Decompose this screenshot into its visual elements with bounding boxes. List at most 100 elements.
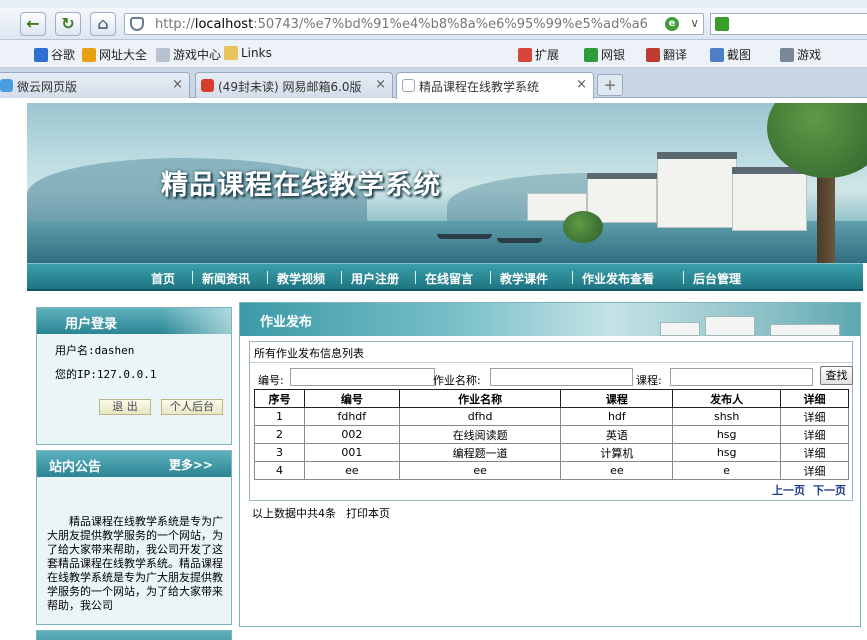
bookmark-gamepad[interactable]: 游戏 bbox=[780, 46, 821, 63]
address-bar[interactable]: http://localhost:50743/%e7%bd%91%e4%b8%8… bbox=[124, 13, 704, 35]
nav-item-3[interactable]: 用户注册 bbox=[351, 270, 399, 287]
notice-box-header: 站内公告 更多>> bbox=[37, 451, 231, 477]
google-icon bbox=[34, 48, 48, 62]
bookmark-scissors[interactable]: 截图 bbox=[710, 46, 751, 63]
close-icon[interactable]: × bbox=[375, 77, 386, 92]
assignment-list: 所有作业发布信息列表 编号: 作业名称: 课程: 查找 序号 编号 作业名称 课程 发布… bbox=[249, 341, 853, 501]
notice-text: 精品课程在线教学系统是专为广大朋友提供教学服务的一个网站，为了给大家带来帮助，我… bbox=[47, 515, 223, 612]
next-page-link[interactable]: 下一页 bbox=[813, 484, 846, 497]
detail-link[interactable]: 详细 bbox=[780, 407, 849, 426]
search-engine-icon[interactable] bbox=[715, 17, 729, 31]
column-header: 编号 bbox=[303, 389, 400, 408]
detail-link[interactable]: 详细 bbox=[780, 461, 849, 480]
bookmark-translate[interactable]: 翻译 bbox=[646, 46, 687, 63]
building-shape bbox=[660, 322, 700, 336]
address-text[interactable]: http://localhost:50743/%e7%bd%91%e4%b8%8… bbox=[155, 17, 670, 32]
more-notices-link[interactable]: 更多>> bbox=[169, 456, 213, 473]
nav-item-2[interactable]: 教学视频 bbox=[277, 270, 325, 287]
roof-shape bbox=[657, 152, 737, 159]
personal-center-button[interactable]: 个人后台 bbox=[161, 399, 223, 415]
bookmark-label: 翻译 bbox=[663, 48, 688, 62]
shield-icon bbox=[130, 17, 144, 31]
roof-shape bbox=[587, 173, 657, 179]
new-tab-button[interactable]: + bbox=[597, 74, 623, 96]
browser-toolbar: ← ↻ ⌂ http://localhost:50743/%e7%bd%91%e… bbox=[0, 8, 867, 40]
bookmark-label: 网银 bbox=[601, 48, 626, 62]
main-nav: 首页 新闻资讯 教学视频 用户注册 在线留言 教学课件 作业发布查看 后台管理 bbox=[27, 263, 863, 291]
assignment-table: 序号 编号 作业名称 课程 发布人 详细 1 fdhdf dfhd hdf shsh 详细 2 002 在… bbox=[254, 389, 849, 480]
bookmark-label: 截图 bbox=[727, 48, 752, 62]
table-cell: dfhd bbox=[398, 407, 562, 426]
course-label: 课程: bbox=[636, 374, 662, 387]
prev-page-link[interactable]: 上一页 bbox=[772, 484, 805, 497]
building-shape bbox=[770, 324, 840, 336]
close-icon[interactable]: × bbox=[576, 77, 587, 92]
logout-button[interactable]: 退 出 bbox=[99, 399, 151, 415]
bookmark-label: 谷歌 bbox=[51, 48, 76, 62]
nav-separator bbox=[490, 271, 491, 284]
assignment-name-search-input[interactable] bbox=[490, 368, 633, 386]
bookmark-label: 游戏中心 bbox=[173, 48, 222, 62]
back-button[interactable]: ← bbox=[20, 12, 46, 36]
translate-icon bbox=[646, 48, 660, 62]
notice-box-title: 站内公告 bbox=[49, 460, 102, 475]
tab-label: 精品课程在线教学系统 bbox=[419, 80, 540, 94]
close-icon[interactable]: × bbox=[172, 77, 183, 92]
next-sidebar-box bbox=[36, 630, 232, 640]
detail-link[interactable]: 详细 bbox=[780, 425, 849, 444]
table-cell: 编程题一道 bbox=[398, 443, 562, 462]
scissors-icon bbox=[710, 48, 724, 62]
nav-separator bbox=[192, 271, 193, 284]
building-shape bbox=[705, 316, 755, 336]
notice-box: 站内公告 更多>> 精品课程在线教学系统是专为广大朋友提供教学服务的一个网站，为… bbox=[36, 450, 232, 625]
home-button[interactable]: ⌂ bbox=[90, 12, 116, 36]
nav-item-0[interactable]: 首页 bbox=[151, 270, 175, 287]
tab-weiyun[interactable]: 微云网页版 × bbox=[0, 72, 190, 98]
house-shape bbox=[657, 158, 737, 228]
detail-link[interactable]: 详细 bbox=[780, 443, 849, 462]
refresh-icon: ↻ bbox=[61, 14, 75, 33]
folder-icon bbox=[224, 46, 238, 60]
bookmark-google[interactable]: 谷歌 bbox=[34, 46, 75, 63]
chevron-down-icon[interactable]: ∨ bbox=[690, 16, 699, 30]
tab-course-system[interactable]: 精品课程在线教学系统 × bbox=[396, 72, 594, 99]
cloud-icon bbox=[0, 79, 13, 92]
gamepad-icon bbox=[780, 48, 794, 62]
course-search-input[interactable] bbox=[670, 368, 813, 386]
table-header-row: 序号 编号 作业名称 课程 发布人 详细 bbox=[254, 389, 849, 408]
table-cell: 001 bbox=[303, 443, 400, 462]
refresh-button[interactable]: ↻ bbox=[55, 12, 81, 36]
home-icon: ⌂ bbox=[97, 14, 109, 33]
web-page: 精品课程在线教学系统 首页 新闻资讯 教学视频 用户注册 在线留言 教学课件 作业发布查看 后… bbox=[0, 99, 867, 640]
table-cell: 2 bbox=[254, 425, 305, 444]
bookmark-apps[interactable]: 扩展 bbox=[518, 46, 559, 63]
nav-item-4[interactable]: 在线留言 bbox=[425, 270, 473, 287]
nav-item-6[interactable]: 作业发布查看 bbox=[582, 270, 654, 287]
divider bbox=[250, 362, 852, 363]
column-header: 课程 bbox=[560, 389, 674, 408]
code-search-input[interactable] bbox=[290, 368, 435, 386]
apps-icon bbox=[518, 48, 532, 62]
table-row: 1 fdhdf dfhd hdf shsh 详细 bbox=[254, 407, 849, 426]
nav-separator bbox=[415, 271, 416, 284]
tree-shape bbox=[563, 211, 603, 243]
search-box[interactable] bbox=[710, 13, 867, 35]
ie-mode-icon[interactable]: e bbox=[665, 17, 679, 31]
nav-item-5[interactable]: 教学课件 bbox=[500, 270, 548, 287]
table-cell: ee bbox=[560, 461, 674, 480]
site-title: 精品课程在线教学系统 bbox=[161, 170, 441, 201]
list-title: 所有作业发布信息列表 bbox=[254, 347, 364, 360]
table-cell: fdhdf bbox=[303, 407, 400, 426]
nav-item-1[interactable]: 新闻资讯 bbox=[202, 270, 250, 287]
print-page-link[interactable]: 打印本页 bbox=[346, 507, 390, 520]
ip-text: 您的IP:127.0.0.1 bbox=[55, 368, 157, 381]
bookmark-bank[interactable]: 网银 bbox=[584, 46, 625, 63]
header-decoration bbox=[161, 308, 231, 334]
tab-163-mail[interactable]: (49封未读) 网易邮箱6.0版 × bbox=[195, 72, 393, 98]
bookmark-folder[interactable]: Links bbox=[224, 46, 272, 60]
search-button[interactable]: 查找 bbox=[820, 366, 853, 385]
summary-bar: 以上数据中共4条 打印本页 bbox=[252, 505, 400, 521]
nav-item-7[interactable]: 后台管理 bbox=[693, 270, 741, 287]
bookmark-globe[interactable]: 网址大全 bbox=[82, 46, 147, 63]
bookmark-page[interactable]: 游戏中心 bbox=[156, 46, 221, 63]
